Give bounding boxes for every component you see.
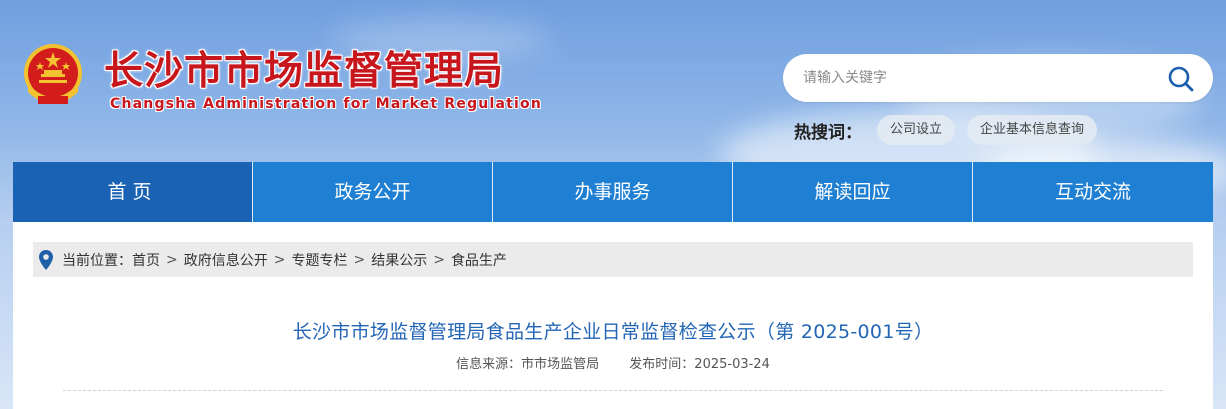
- site-subtitle: Changsha Administration for Market Regul…: [110, 96, 542, 112]
- breadcrumb-separator: >: [433, 251, 445, 268]
- content-panel: 当前位置： 首页 > 政府信息公开 > 专题专栏 > 结果公示 > 食品生产 长…: [13, 222, 1213, 409]
- search-box: [783, 54, 1213, 102]
- site-title: 长沙市市场监督管理局: [104, 49, 505, 94]
- breadcrumb-results[interactable]: 结果公示: [371, 250, 427, 270]
- breadcrumb-separator: >: [353, 251, 366, 268]
- breadcrumb: 当前位置： 首页 > 政府信息公开 > 专题专栏 > 结果公示 > 食品生产: [33, 242, 1193, 277]
- breadcrumb-food-production[interactable]: 食品生产: [451, 250, 507, 270]
- hot-search-tag[interactable]: 公司设立: [877, 115, 956, 145]
- nav-item-home[interactable]: 首页: [13, 162, 253, 222]
- search-icon[interactable]: [1167, 65, 1195, 93]
- breadcrumb-prefix: 当前位置：: [62, 252, 132, 269]
- breadcrumb-special-topics[interactable]: 专题专栏: [291, 250, 347, 270]
- breadcrumb-home[interactable]: 首页: [132, 250, 160, 270]
- national-emblem-icon: [24, 44, 82, 104]
- article-title: 长沙市市场监督管理局食品生产企业日常监督检查公示（第 2025-001号）: [292, 321, 934, 343]
- breadcrumb-gov-info[interactable]: 政府信息公开: [184, 250, 268, 270]
- main-nav: 首页 政务公开 办事服务 解读回应 互动交流: [13, 162, 1213, 222]
- article-publish-time: 发布时间：2025-03-24: [629, 357, 770, 372]
- article-meta: 信息来源：市市场监管局 发布时间：2025-03-24: [13, 353, 1213, 372]
- breadcrumb-separator: >: [273, 251, 286, 268]
- breadcrumb-separator: >: [166, 251, 178, 268]
- hot-search-label: 热搜词：: [794, 123, 862, 143]
- article-source: 信息来源：市市场监管局: [456, 357, 600, 372]
- location-pin-icon: [39, 249, 53, 270]
- divider: [63, 390, 1163, 391]
- nav-item-interpretation[interactable]: 解读回应: [733, 162, 973, 222]
- hot-search-tag[interactable]: 企业基本信息查询: [967, 115, 1098, 145]
- nav-item-interaction[interactable]: 互动交流: [973, 162, 1213, 222]
- search-input[interactable]: [803, 63, 1143, 93]
- nav-item-services[interactable]: 办事服务: [493, 162, 733, 222]
- nav-item-government-affairs[interactable]: 政务公开: [253, 162, 493, 222]
